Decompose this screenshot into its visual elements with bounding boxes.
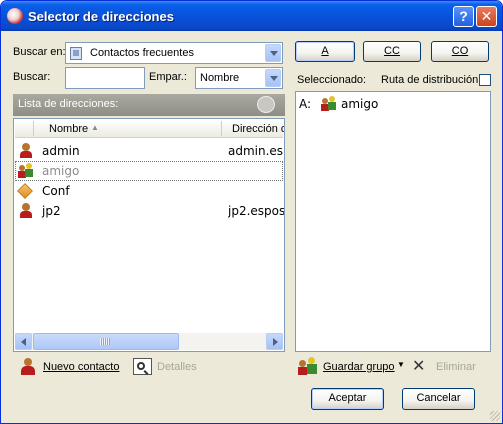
grip-icon [100, 338, 110, 345]
sort-ascending-icon: ▲ [91, 123, 99, 132]
address-list-header: Lista de direcciones: [13, 94, 285, 116]
cc-button[interactable]: CC [363, 41, 421, 62]
save-group-icon[interactable] [298, 357, 318, 377]
match-value: Nombre [200, 72, 240, 84]
selected-recipients-list[interactable]: A: amigo [295, 91, 491, 352]
column-name-header[interactable]: Nombre [49, 123, 88, 135]
user-icon [20, 143, 32, 159]
match-combobox[interactable]: Nombre [195, 67, 283, 89]
to-button[interactable]: A [295, 41, 355, 62]
address-list[interactable]: Nombre ▲ Dirección de correo admin admin… [13, 118, 285, 352]
details-button[interactable]: Detalles [157, 361, 197, 373]
resize-grip[interactable] [490, 411, 500, 421]
address-list-title: Lista de direcciones: [18, 98, 119, 110]
contact-name: Conf [42, 184, 70, 198]
list-item[interactable]: admin admin.es [15, 141, 283, 161]
contact-email: jp2.espos [228, 204, 284, 218]
recipient-name: amigo [341, 97, 379, 111]
dropdown-arrow-icon[interactable]: ▼ [397, 360, 405, 369]
window-title: Selector de direcciones [28, 9, 174, 24]
list-item[interactable]: jp2 jp2.espos [15, 201, 284, 221]
list-item[interactable]: Conf [15, 181, 283, 201]
help-button[interactable]: ? [453, 6, 474, 27]
contact-name: jp2 [42, 204, 61, 218]
selected-item[interactable]: A: amigo [297, 94, 489, 114]
scrollbar-thumb[interactable] [33, 333, 179, 350]
look-in-label: Buscar en: [13, 46, 66, 58]
close-button[interactable]: ✕ [476, 6, 497, 27]
addresses-icon [257, 96, 275, 113]
search-label: Buscar: [13, 71, 51, 83]
group-icon [18, 163, 34, 179]
address-book-icon [70, 47, 82, 60]
recipient-prefix: A: [299, 97, 312, 111]
distribution-route-label: Ruta de distribución [381, 74, 479, 86]
scroll-left-button[interactable] [15, 333, 32, 350]
new-contact-icon[interactable] [21, 358, 35, 376]
contact-name: admin [42, 144, 80, 158]
app-icon [7, 8, 23, 24]
selected-label: Seleccionado: [297, 74, 367, 86]
title-bar[interactable]: Selector de direcciones ? ✕ [1, 1, 502, 31]
delete-icon[interactable]: ✕ [412, 356, 425, 376]
search-input[interactable] [65, 67, 145, 89]
box-icon [17, 183, 33, 199]
save-group-button[interactable]: Guardar grupo [323, 361, 395, 373]
new-contact-button[interactable]: Nuevo contacto [43, 361, 119, 373]
contact-name: amigo [42, 164, 80, 178]
look-in-value: Contactos frecuentes [90, 47, 194, 59]
chevron-down-icon[interactable] [265, 44, 281, 62]
chevron-right-icon [273, 338, 278, 346]
delete-button[interactable]: Eliminar [436, 361, 476, 373]
horizontal-scrollbar[interactable] [15, 333, 283, 350]
column-header: Nombre ▲ Dirección de correo [15, 120, 284, 138]
column-email-header[interactable]: Dirección de correo [232, 123, 284, 135]
address-selector-dialog: Selector de direcciones ? ✕ Buscar en: C… [0, 0, 503, 424]
details-icon[interactable] [133, 358, 152, 375]
look-in-combobox[interactable]: Contactos frecuentes [65, 42, 283, 64]
chevron-down-icon[interactable] [265, 69, 281, 87]
group-icon [321, 96, 337, 112]
user-icon [20, 203, 32, 219]
bcc-button[interactable]: CO [431, 41, 489, 62]
list-item[interactable]: amigo [15, 161, 283, 181]
cancel-button[interactable]: Cancelar [402, 388, 475, 410]
accept-button[interactable]: Aceptar [311, 388, 384, 410]
contact-email: admin.es [228, 144, 284, 158]
distribution-route-checkbox[interactable] [479, 74, 491, 86]
match-label: Empar.: [149, 71, 187, 83]
scroll-right-button[interactable] [266, 333, 283, 350]
chevron-left-icon [21, 338, 26, 346]
